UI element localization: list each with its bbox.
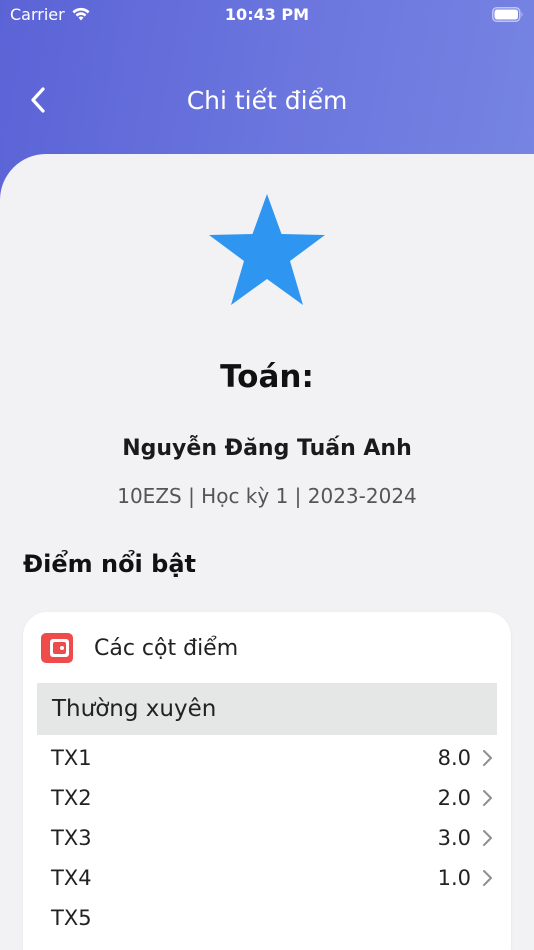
status-bar: Carrier 10:43 PM [0,0,534,30]
page-title: Chi tiết điểm [186,86,348,115]
score-label: TX1 [51,746,92,770]
score-row[interactable]: TX5 [51,900,493,936]
star-icon [209,194,325,305]
score-row[interactable]: TX1 8.0 [51,740,493,776]
chevron-right-icon [483,790,492,806]
class-info: 10EZS | Học kỳ 1 | 2023-2024 [117,484,417,508]
card-header: Các cột điểm [41,628,238,668]
scores-card: Các cột điểm Thường xuyên TX1 8.0 TX2 2.… [23,612,511,950]
group-header: Thường xuyên [37,683,497,735]
score-value: 8.0 [437,746,471,770]
score-row[interactable]: TX4 1.0 [51,860,493,896]
score-row[interactable]: TX3 3.0 [51,820,493,856]
chevron-right-icon [483,750,492,766]
score-value: 3.0 [437,826,471,850]
score-label: TX3 [51,826,92,850]
score-label: TX4 [51,866,92,890]
score-label: TX5 [51,906,92,930]
battery-icon [492,7,523,22]
score-label: TX2 [51,786,92,810]
chevron-right-icon [483,870,492,886]
student-name: Nguyễn Đăng Tuấn Anh [122,436,412,461]
content-panel: Toán: Nguyễn Đăng Tuấn Anh 10EZS | Học k… [0,154,534,950]
score-value: 2.0 [437,786,471,810]
score-value: 1.0 [437,866,471,890]
card-title: Các cột điểm [94,635,239,661]
chevron-right-icon [483,830,492,846]
score-row[interactable]: TX2 2.0 [51,780,493,816]
subject-title: Toán: [220,359,314,395]
wallet-icon [41,633,73,663]
status-time: 10:43 PM [224,5,310,24]
section-heading: Điểm nổi bật [23,550,196,578]
